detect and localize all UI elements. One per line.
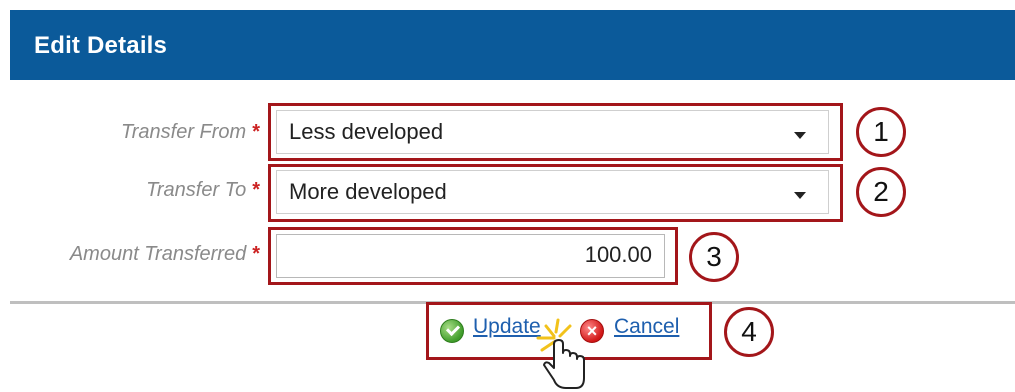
update-button[interactable]: Update [473, 315, 541, 339]
amount-transferred-label: Amount Transferred * [15, 243, 260, 266]
amount-transferred-label-text: Amount Transferred [69, 243, 247, 265]
transfer-from-select[interactable]: Less developed [276, 110, 829, 154]
transfer-to-label: Transfer To * [15, 179, 260, 202]
dialog-header: Edit Details [10, 10, 1015, 80]
required-marker: * [252, 243, 260, 265]
transfer-from-label-text: Transfer From [121, 121, 247, 143]
hand-pointer-icon [536, 318, 585, 389]
dialog-title: Edit Details [34, 32, 168, 59]
required-marker: * [252, 179, 260, 201]
transfer-from-value: Less developed [289, 119, 444, 144]
callout-3: 3 [689, 232, 739, 282]
dropdown-arrow-icon[interactable] [794, 192, 806, 199]
callout-2: 2 [856, 167, 906, 217]
callout-4: 4 [724, 307, 774, 357]
transfer-from-label: Transfer From * [15, 121, 260, 144]
check-circle-icon[interactable] [440, 319, 464, 343]
amount-transferred-input[interactable]: 100.00 [276, 234, 665, 278]
cancel-button[interactable]: Cancel [614, 315, 679, 339]
callout-1: 1 [856, 107, 906, 157]
transfer-to-select[interactable]: More developed [276, 170, 829, 214]
dropdown-arrow-icon[interactable] [794, 132, 806, 139]
transfer-to-label-text: Transfer To [146, 179, 247, 201]
transfer-to-value: More developed [289, 179, 447, 204]
required-marker: * [252, 121, 260, 143]
amount-transferred-value: 100.00 [584, 242, 652, 267]
